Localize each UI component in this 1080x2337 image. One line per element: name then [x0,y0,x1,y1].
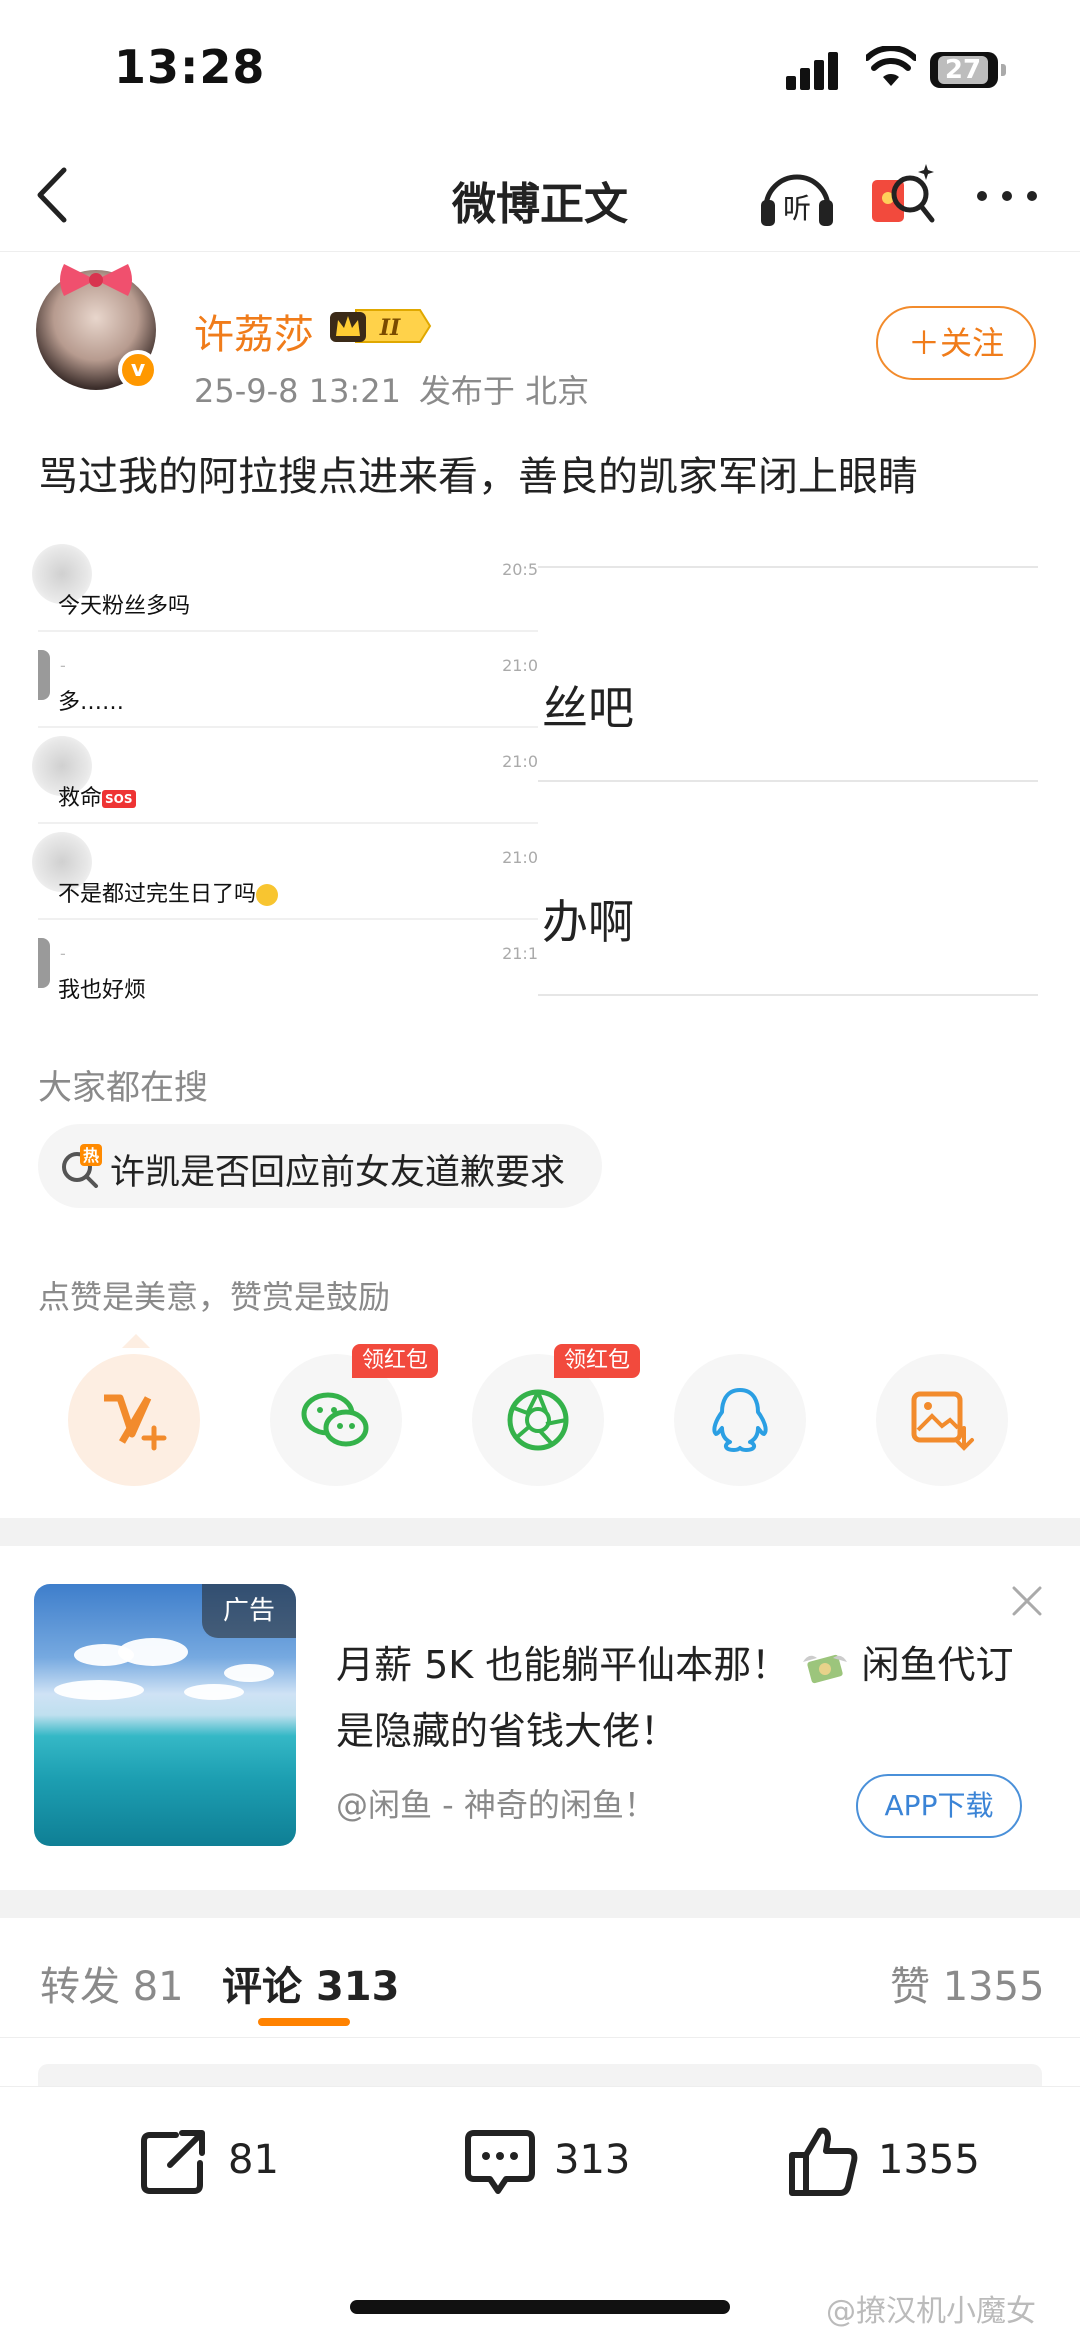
chat-row: - 我也好烦 21:1 [38,924,538,1016]
vip-crown-badge-icon: II [330,309,432,343]
wifi-icon [866,46,916,86]
follow-button[interactable]: ＋关注 [876,306,1036,380]
chat-message: 多…… [58,690,125,715]
chat-message: 今天粉丝多吗 [58,594,191,619]
trending-search-text: 许凯是否回应前女友道歉要求 [110,1153,566,1193]
ad-label: 广告 [202,1584,296,1638]
ad-source: @闲鱼 - 神奇的闲鱼！ [336,1786,656,1824]
app-download-button[interactable]: APP下载 [856,1774,1022,1838]
ad-image[interactable]: 广告 [34,1584,296,1846]
comment-bubble-icon [465,2130,535,2194]
vip-level: II [379,315,401,341]
post-image[interactable]: 丝吧 办啊 今天粉丝多吗 20:5 - 多…… 21:0 救命 SOS 21:0 … [32,540,1038,1020]
chat-time: 21:0 [502,752,538,771]
chat-row: 今天粉丝多吗 20:5 [32,540,538,632]
wechat-icon [301,1392,369,1447]
hot-tag: 热 [83,1146,99,1165]
top-nav-bar: 微博正文 听 [0,140,1080,252]
hot-search-icon: 热 [62,1144,102,1188]
post-date: 25-9-8 13:21 [194,372,401,410]
qq-penguin-icon [712,1388,768,1452]
repost-button[interactable]: 81 [136,2123,296,2213]
section-divider [0,1890,1080,1918]
save-image-button[interactable] [876,1354,1008,1486]
red-packet-tag: 领红包 [554,1344,641,1378]
trending-search-item[interactable]: 热 许凯是否回应前女友道歉要求 [38,1124,602,1208]
bow-decoration-icon [60,264,132,296]
chat-message: 不是都过完生日了吗 [58,876,279,908]
red-packet-tag: 领红包 [352,1344,439,1378]
chat-row: - 多…… 21:0 [38,636,538,728]
section-divider [0,1518,1080,1546]
sos-emoji-icon: SOS [102,790,136,808]
listen-label: 听 [783,192,811,225]
chat-row: 不是都过完生日了吗 21:0 [32,828,538,920]
repost-count: 81 [228,2137,279,2183]
chat-message: 救命 SOS [58,780,136,812]
reward-v-plus-button[interactable] [68,1354,200,1486]
status-bar: 13:28 27 [0,0,1080,140]
verified-badge: v [118,350,158,390]
close-ad-icon[interactable] [1008,1582,1046,1620]
comment-button[interactable]: 313 [462,2123,662,2213]
status-time: 13:28 [114,40,266,94]
more-options-icon[interactable] [972,178,1042,214]
chat-time: 21:1 [502,944,538,963]
v-plus-icon [104,1394,167,1451]
reward-heading: 点赞是美意，赞赏是鼓励 [38,1278,391,1316]
post-meta: 25-9-8 13:21 发布于 北京 [194,366,607,412]
save-image-icon [911,1391,974,1451]
behind-text-1: 丝吧 [542,681,634,735]
tab-repost[interactable]: 转发 81 [40,1954,184,2012]
red-packet-search-icon[interactable] [868,158,938,234]
moments-aperture-icon [507,1389,569,1451]
share-qq-button[interactable] [674,1354,806,1486]
headphones-listen-icon[interactable]: 听 [758,160,836,232]
cellular-signal-icon [786,52,842,90]
money-wings-emoji-icon [803,1654,848,1683]
comment-count: 313 [554,2137,631,2183]
like-count: 1355 [878,2137,980,2183]
chat-row: 救命 SOS 21:0 [32,732,538,824]
behind-text-2: 办啊 [542,895,634,949]
battery-level: 27 [938,56,988,84]
chat-message: 我也好烦 [58,978,147,1003]
active-tab-indicator [258,2018,350,2026]
chat-time: 20:5 [502,560,538,579]
share-row: 领红包 领红包 [0,1320,1080,1490]
author-avatar[interactable]: v [36,264,158,390]
like-button[interactable]: 1355 [786,2123,1006,2213]
chat-time: 21:0 [502,848,538,867]
repost-share-icon [141,2130,205,2194]
tab-likes[interactable]: 赞 1355 [890,1954,1045,2012]
tab-comments[interactable]: 评论 313 [222,1954,399,2012]
ad-title[interactable]: 月薪 5K 也能躺平仙本那！ 闲鱼代订是隐藏的省钱大佬！ [336,1632,1016,1764]
interaction-tabs: 转发 81 评论 313 赞 1355 [0,1918,1080,2038]
thumbs-up-icon [789,2127,858,2196]
author-name[interactable]: 许荔莎 [194,302,314,360]
crying-emoji-icon [256,884,279,906]
home-indicator[interactable] [350,2300,730,2314]
comment-list-placeholder [38,2064,1042,2086]
chat-time: 21:0 [502,656,538,675]
watermark: @撩汉机小魔女 [826,2294,1036,2329]
trending-search-heading: 大家都在搜 [38,1068,208,1108]
battery-icon: 27 [930,52,1006,88]
chat-screenshot: 今天粉丝多吗 20:5 - 多…… 21:0 救命 SOS 21:0 不是都过完生… [32,540,538,1020]
post-text: 骂过我的阿拉搜点进来看，善良的凯家军闭上眼睛 [38,454,918,500]
post-location: 发布于 北京 [418,372,590,410]
